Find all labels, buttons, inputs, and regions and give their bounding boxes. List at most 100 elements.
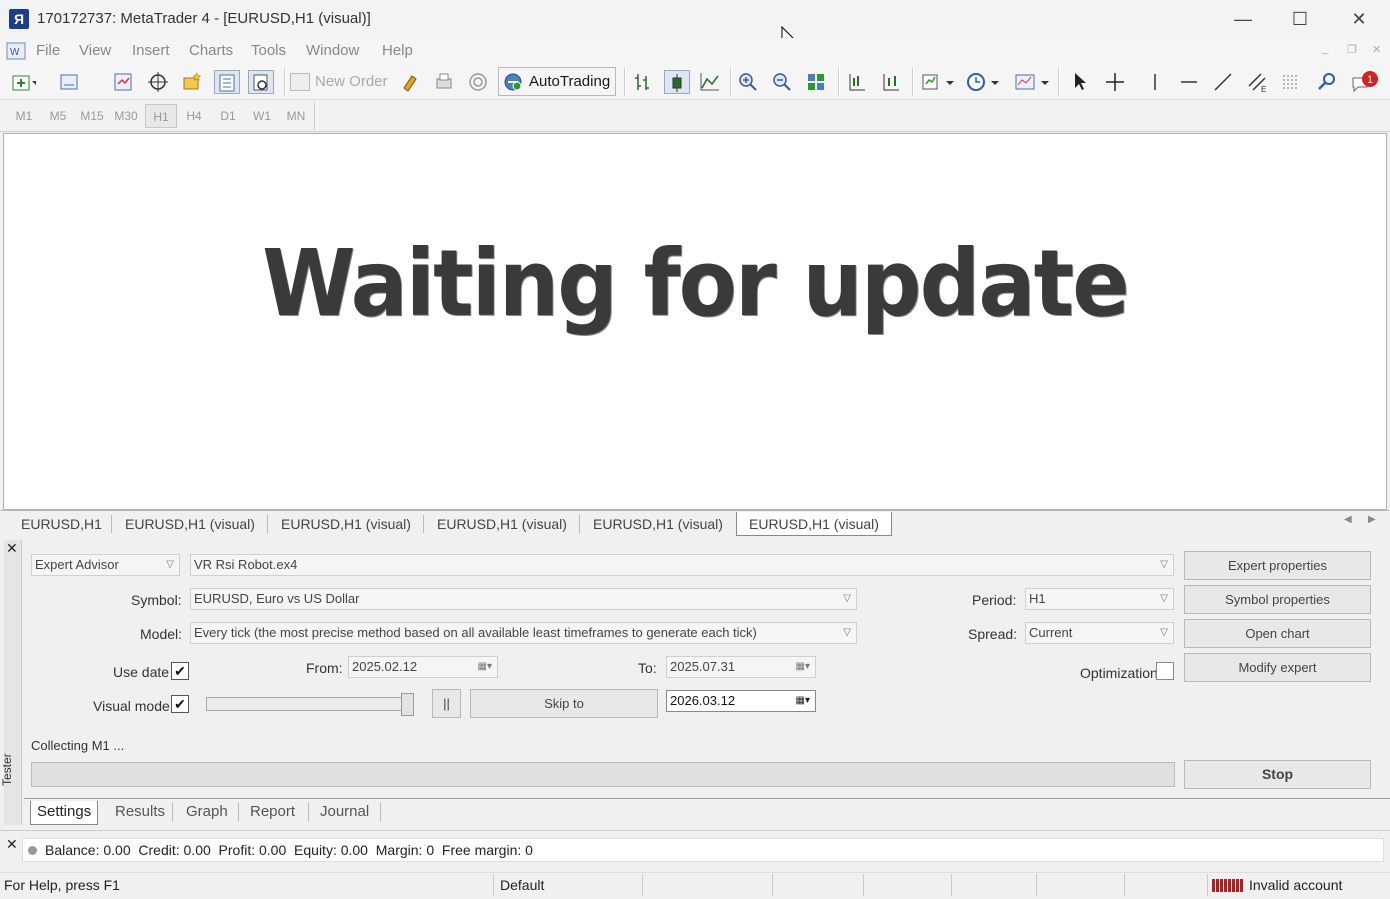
test-type-select[interactable]: Expert Advisor ▽	[31, 554, 180, 576]
skip-date-input[interactable]: 2026.03.12 ▦▾	[666, 690, 816, 712]
equidistant-channel-icon[interactable]: E	[1245, 70, 1271, 94]
tab-settings[interactable]: Settings	[30, 801, 99, 825]
tab-report[interactable]: Report	[250, 801, 295, 825]
menu-file[interactable]: File	[36, 42, 60, 59]
modify-expert-button[interactable]: Modify expert	[1184, 653, 1371, 682]
pause-button[interactable]: ||	[432, 689, 461, 718]
maximize-button[interactable]: ☐	[1271, 0, 1329, 38]
stop-button[interactable]: Stop	[1184, 760, 1371, 789]
toolbar-separator	[730, 68, 732, 96]
period-label: Period:	[972, 592, 1017, 608]
tf-m1[interactable]: M1	[8, 104, 40, 128]
close-button[interactable]: ✕	[1330, 0, 1388, 38]
model-select[interactable]: Every tick (the most precise method base…	[190, 622, 857, 644]
terminal-icon[interactable]	[214, 70, 240, 94]
autoscroll-icon[interactable]	[879, 70, 905, 94]
optimization-checkbox[interactable]	[1156, 662, 1174, 680]
speed-slider-thumb[interactable]	[401, 693, 414, 716]
to-date-input[interactable]: 2025.07.31 ▦▾	[666, 656, 816, 678]
symbol-select[interactable]: EURUSD, Euro vs US Dollar ▽	[190, 588, 857, 610]
cursor-tool-icon[interactable]	[1067, 70, 1093, 94]
use-date-checkbox[interactable]: ✔	[171, 662, 189, 680]
navigator-icon[interactable]	[180, 70, 206, 94]
tab-separator	[579, 515, 580, 533]
model-value: Every tick (the most precise method base…	[194, 625, 757, 640]
expert-properties-button[interactable]: Expert properties	[1184, 551, 1371, 580]
tf-d1[interactable]: D1	[212, 104, 244, 128]
vertical-line-icon[interactable]	[1143, 70, 1169, 94]
trendline-icon[interactable]	[1211, 70, 1237, 94]
tab-separator	[111, 515, 112, 533]
fibonacci-icon[interactable]	[1279, 70, 1305, 94]
signals-icon[interactable]	[466, 70, 492, 94]
chart-close-button[interactable]: ✕	[1372, 43, 1381, 56]
chart-tab[interactable]: EURUSD,H1	[21, 512, 102, 536]
tile-windows-icon[interactable]	[804, 70, 830, 94]
menu-view[interactable]: View	[79, 42, 111, 59]
tabs-scroll-left-icon[interactable]: ◀	[1344, 514, 1352, 525]
tf-w1[interactable]: W1	[246, 104, 278, 128]
tab-separator	[238, 803, 239, 821]
chart-shift-icon[interactable]	[845, 70, 871, 94]
terminal-close-icon[interactable]: ✕	[6, 836, 18, 853]
visual-mode-checkbox[interactable]: ✔	[171, 695, 189, 713]
print-icon[interactable]	[432, 70, 458, 94]
chart-minimize-button[interactable]: _	[1322, 43, 1328, 55]
profiles-icon[interactable]	[58, 70, 84, 94]
indicators-icon[interactable]	[920, 70, 956, 94]
tf-m5[interactable]: M5	[42, 104, 74, 128]
chart-tab[interactable]: EURUSD,H1 (visual)	[281, 512, 411, 536]
tab-results[interactable]: Results	[115, 801, 165, 825]
chart-tab[interactable]: EURUSD,H1 (visual)	[593, 512, 723, 536]
new-order-button[interactable]: New Order	[290, 69, 388, 95]
app-logo-icon: Я	[9, 9, 29, 29]
data-window-icon[interactable]	[146, 70, 172, 94]
tab-graph[interactable]: Graph	[186, 801, 228, 825]
skip-to-button[interactable]: Skip to	[470, 689, 658, 718]
metaeditor-icon[interactable]	[398, 70, 424, 94]
zoom-out-icon[interactable]	[770, 70, 796, 94]
new-chart-icon[interactable]	[10, 70, 36, 94]
tabs-scroll-right-icon[interactable]: ▶	[1368, 514, 1376, 525]
tf-mn[interactable]: MN	[280, 104, 312, 128]
menu-tools[interactable]: Tools	[251, 42, 286, 59]
from-date-input[interactable]: 2025.02.12 ▦▾	[348, 656, 498, 678]
menu-help[interactable]: Help	[382, 42, 413, 59]
market-watch-icon[interactable]	[112, 70, 138, 94]
tf-m30[interactable]: M30	[110, 104, 142, 128]
notifications-icon[interactable]: 1	[1349, 70, 1381, 94]
crosshair-icon[interactable]	[1103, 70, 1129, 94]
templates-icon[interactable]	[1013, 70, 1051, 94]
bar-chart-icon[interactable]	[630, 70, 656, 94]
zoom-in-icon[interactable]	[736, 70, 762, 94]
speed-slider-track[interactable]	[206, 697, 414, 711]
chevron-down-icon: ▽	[1160, 627, 1168, 638]
line-chart-icon[interactable]	[698, 70, 724, 94]
visual-mode-label: Visual mode	[93, 698, 170, 714]
chart-tab[interactable]: EURUSD,H1 (visual)	[437, 512, 567, 536]
candlestick-icon[interactable]	[664, 70, 690, 94]
menu-insert[interactable]: Insert	[132, 42, 170, 59]
tab-journal[interactable]: Journal	[320, 801, 369, 825]
chart-tab[interactable]: EURUSD,H1 (visual)	[125, 512, 255, 536]
tf-h1[interactable]: H1	[145, 104, 177, 128]
tf-m15[interactable]: M15	[76, 104, 108, 128]
strategy-tester-icon[interactable]	[248, 70, 274, 94]
symbol-properties-button[interactable]: Symbol properties	[1184, 585, 1371, 614]
menu-window[interactable]: Window	[306, 42, 359, 59]
open-chart-button[interactable]: Open chart	[1184, 619, 1371, 648]
search-icon[interactable]	[1315, 70, 1341, 94]
chart-tab-active[interactable]: EURUSD,H1 (visual)	[736, 512, 892, 536]
horizontal-line-icon[interactable]	[1177, 70, 1203, 94]
tester-close-icon[interactable]: ✕	[6, 540, 18, 557]
spread-select[interactable]: Current ▽	[1025, 622, 1174, 644]
autotrading-button[interactable]: AutoTrading	[498, 67, 616, 96]
expert-select[interactable]: VR Rsi Robot.ex4 ▽	[190, 554, 1174, 576]
menu-charts[interactable]: Charts	[189, 42, 233, 59]
periods-icon[interactable]	[965, 70, 1001, 94]
period-select[interactable]: H1 ▽	[1025, 588, 1174, 610]
chart-restore-button[interactable]: ❐	[1347, 43, 1357, 56]
chevron-down-icon: ▽	[1160, 559, 1168, 570]
tf-h4[interactable]: H4	[178, 104, 210, 128]
minimize-button[interactable]: —	[1214, 0, 1272, 38]
